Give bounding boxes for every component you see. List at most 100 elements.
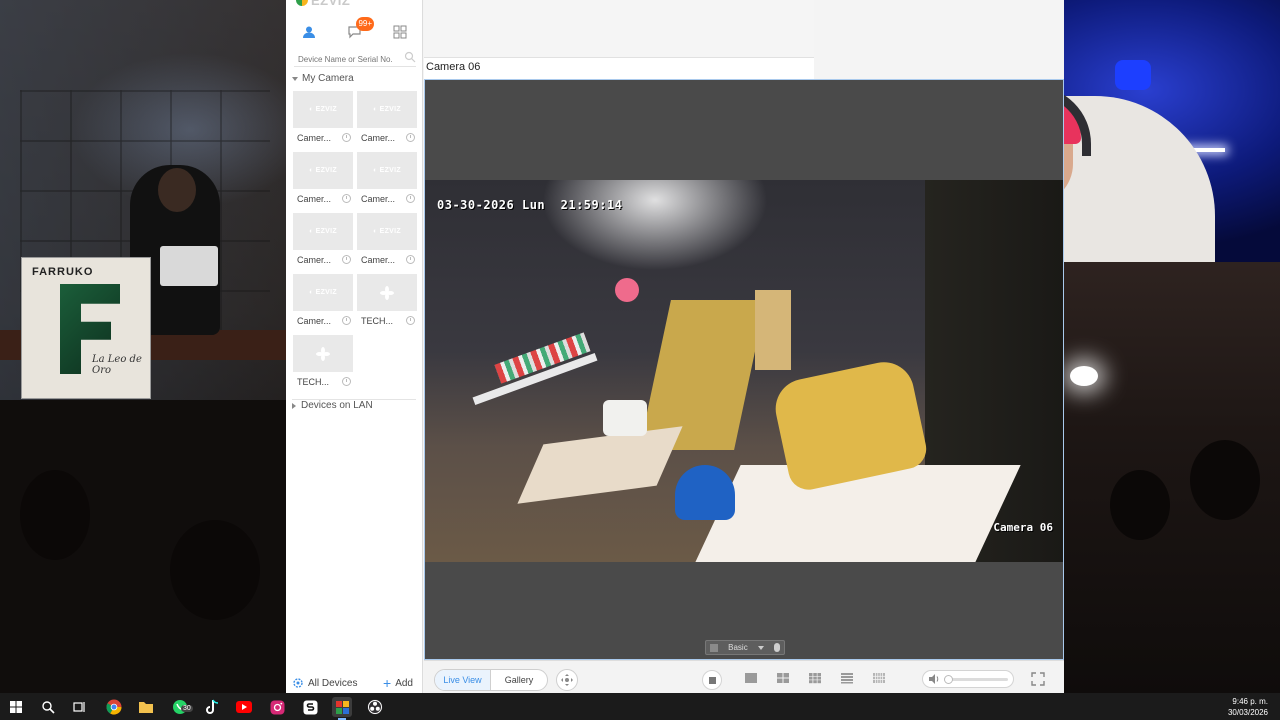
youtube-icon (236, 701, 252, 713)
camera-thumbnail: ◐ EZVIZ (357, 152, 417, 189)
add-device-button[interactable]: + Add (383, 676, 413, 690)
speaker-icon[interactable] (928, 673, 940, 685)
ptz-control-button[interactable] (556, 669, 578, 691)
tab-messages[interactable]: 99+ (342, 17, 375, 44)
sidebar-tabs: 99+ (286, 17, 423, 46)
thumb-brand: EZVIZ (315, 289, 337, 296)
fan-icon (316, 346, 330, 361)
dj-head (158, 168, 196, 212)
device-sidebar: EZVIZ 99+ Device Name or Serial No. My C… (286, 0, 423, 693)
camera-item[interactable]: TECH... (293, 335, 353, 391)
layout-3x3-icon[interactable] (808, 672, 822, 684)
sidebar-footer: All Devices + Add (286, 673, 423, 693)
taskbar-instagram[interactable] (267, 697, 287, 717)
task-view-button[interactable] (70, 697, 90, 717)
playback-clock-icon[interactable] (406, 194, 415, 203)
camera-label: Camer... (361, 193, 396, 204)
record-square-icon (710, 643, 718, 652)
layout-4x4-icon[interactable] (840, 672, 854, 684)
instagram-icon (270, 700, 284, 714)
live-view-area[interactable]: 03-30-2026 Lun 21:59:14 Camera 06 Basic (424, 79, 1064, 660)
ezviz-logo-icon: ◐ EZVIZ (373, 106, 401, 113)
playback-clock-icon[interactable] (406, 133, 415, 142)
chevron-right-icon (292, 402, 296, 409)
device-search (294, 49, 416, 68)
stop-button[interactable] (702, 670, 722, 690)
clock-time: 9:46 p. m. (1232, 697, 1268, 706)
camera-thumbnail: ◐ EZVIZ (357, 213, 417, 250)
playback-clock-icon[interactable] (342, 255, 351, 264)
camera-item[interactable]: ◐ EZVIZ Camer... (357, 91, 417, 147)
group-my-camera[interactable]: My Camera (292, 73, 354, 84)
camera-item[interactable]: ◐ EZVIZ Camer... (293, 91, 353, 147)
camera-thumbnail: ◐ EZVIZ (293, 213, 353, 250)
camera-item[interactable]: ◐ EZVIZ Camer... (293, 152, 353, 208)
camera-item[interactable]: ◐ EZVIZ Camer... (293, 274, 353, 330)
ezviz-logo-icon: ◐ EZVIZ (309, 289, 337, 296)
playback-clock-icon[interactable] (406, 255, 415, 264)
camera-item[interactable]: ◐ EZVIZ Camer... (293, 213, 353, 269)
playback-clock-icon[interactable] (406, 316, 415, 325)
layout-2x2-icon[interactable] (776, 672, 790, 684)
start-button[interactable] (6, 697, 26, 717)
microphone-icon[interactable] (773, 643, 780, 652)
feed-wood (755, 290, 791, 370)
tab-live-view[interactable]: Live View (435, 670, 492, 690)
playback-clock-icon[interactable] (342, 133, 351, 142)
taskbar-app-s[interactable] (300, 697, 320, 717)
whatsapp-badge: 30 (181, 705, 193, 712)
feed-board (639, 300, 766, 450)
tab-devices[interactable] (297, 20, 321, 44)
taskbar-tiktok[interactable] (202, 697, 222, 717)
playback-clock-icon[interactable] (342, 194, 351, 203)
crowd-head (170, 520, 260, 620)
system-clock[interactable]: 9:46 p. m. 30/03/2026 (1228, 696, 1268, 718)
clock-date: 30/03/2026 (1227, 708, 1268, 717)
fullscreen-icon[interactable] (1030, 671, 1046, 687)
group-devices-on-lan[interactable]: Devices on LAN (292, 399, 416, 411)
volume-knob[interactable] (944, 674, 953, 684)
camera-item[interactable]: ◐ EZVIZ Camer... (357, 152, 417, 208)
task-view-icon (73, 702, 85, 712)
taskbar-search[interactable] (38, 697, 58, 717)
bottom-toolbar: Live View Gallery (424, 660, 1064, 693)
camera-item[interactable]: ◐ EZVIZ Camer... (357, 213, 417, 269)
tab-gallery[interactable]: Gallery (491, 670, 547, 690)
search-input[interactable] (294, 51, 400, 68)
camera-label: Camer... (297, 132, 332, 143)
taskbar-chrome[interactable] (104, 697, 124, 717)
app-s-icon (303, 700, 317, 714)
feed-chair (675, 465, 735, 520)
volume-slider[interactable] (944, 674, 1008, 684)
os-taskbar: 30 9:46 p. m. 30/03/2026 (0, 693, 1280, 720)
camera-thumbnail: ◐ EZVIZ (293, 152, 353, 189)
brand-name: EZVIZ (311, 0, 351, 8)
stop-icon (708, 676, 716, 684)
thumb-brand: EZVIZ (315, 228, 337, 235)
osd-camera-name: Camera 06 (993, 521, 1053, 534)
add-label: Add (395, 677, 413, 689)
camera-label: Camer... (297, 254, 332, 265)
taskbar-youtube[interactable] (234, 697, 254, 717)
taskbar-whatsapp[interactable]: 30 (170, 697, 193, 717)
artist-poster: FARRUKO La Leo de Oro (22, 258, 150, 398)
taskbar-file-explorer[interactable] (136, 697, 156, 717)
quality-selector[interactable]: Basic (705, 640, 785, 655)
ezviz-logo-icon: ◐ EZVIZ (373, 228, 401, 235)
group-label: Devices on LAN (301, 400, 373, 411)
thumb-brand: EZVIZ (315, 106, 337, 113)
playback-clock-icon[interactable] (342, 377, 351, 386)
search-icon[interactable] (404, 51, 416, 63)
camera-feed[interactable]: 03-30-2026 Lun 21:59:14 Camera 06 (425, 180, 1063, 562)
tab-apps[interactable] (388, 20, 412, 44)
playback-clock-icon[interactable] (342, 316, 351, 325)
layout-1x1-icon[interactable] (744, 672, 758, 684)
camera-item[interactable]: TECH... (357, 274, 417, 330)
taskbar-ezviz[interactable] (332, 697, 352, 720)
notification-badge: 99+ (356, 17, 375, 31)
layout-5x5-icon[interactable] (872, 672, 886, 684)
osd-day: Lun (521, 198, 546, 212)
thumb-brand: EZVIZ (379, 106, 401, 113)
all-devices-button[interactable]: All Devices (292, 677, 357, 689)
taskbar-obs[interactable] (365, 697, 385, 717)
